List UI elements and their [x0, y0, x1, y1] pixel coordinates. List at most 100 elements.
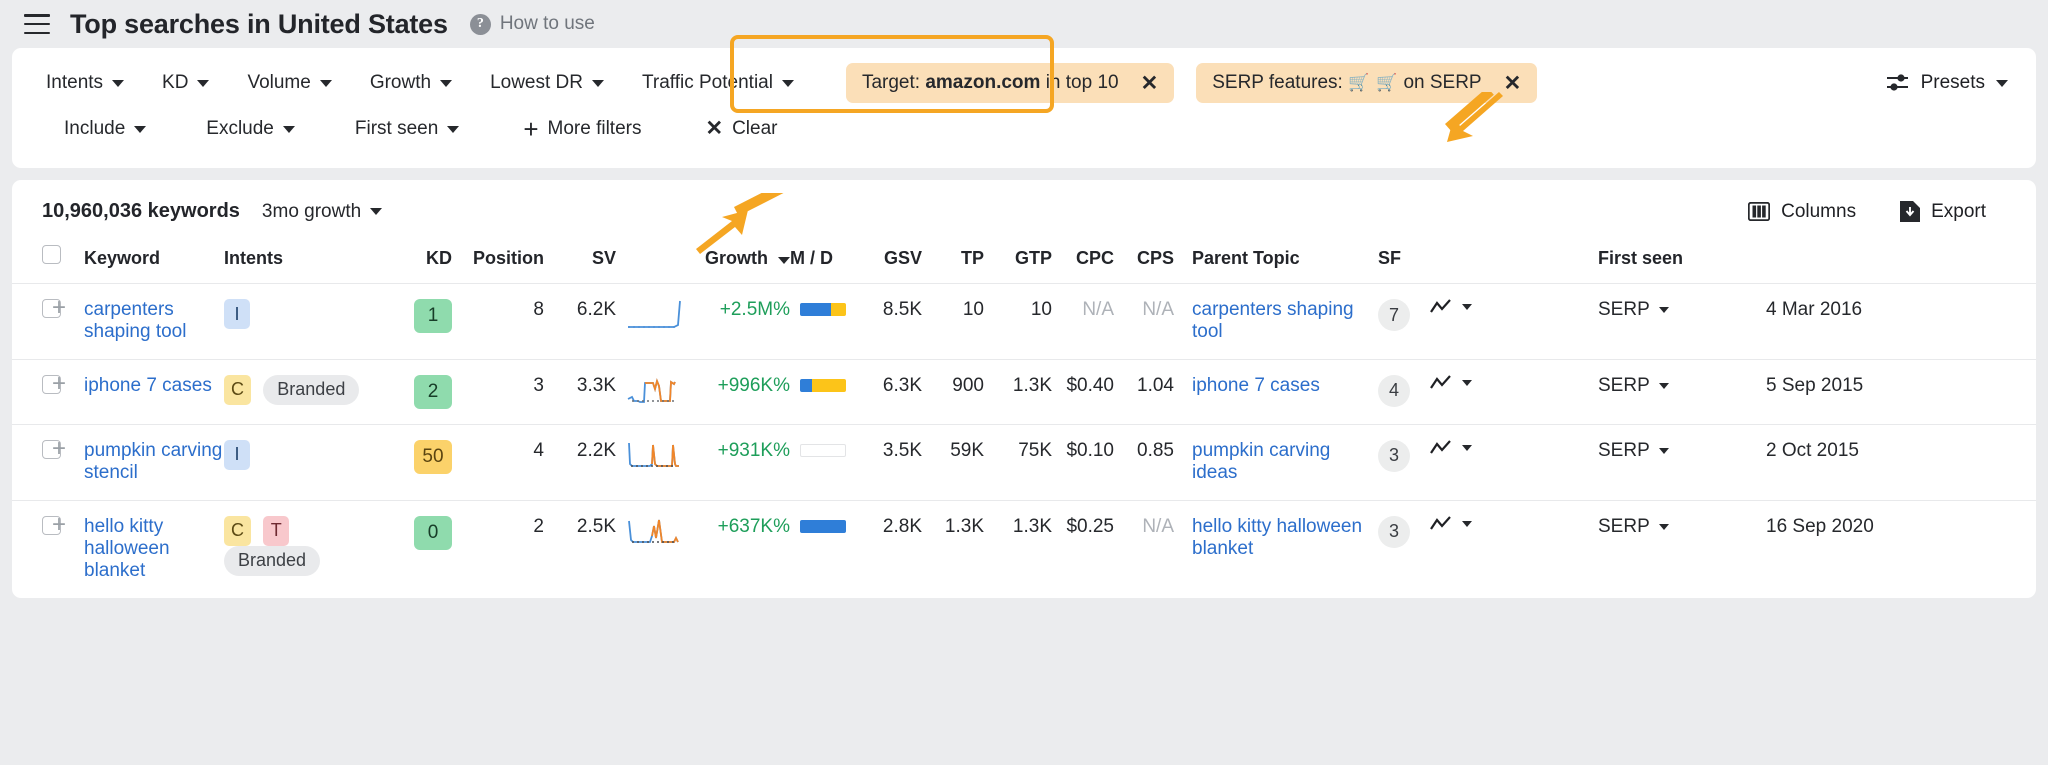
- col-cps[interactable]: CPS: [1114, 235, 1174, 284]
- parent-topic-link[interactable]: pumpkin carving ideas: [1192, 440, 1330, 483]
- row-expand-cell: +: [52, 500, 84, 598]
- select-all-checkbox[interactable]: [42, 245, 61, 264]
- cell-md: [790, 500, 854, 598]
- cell-tp: 10: [922, 284, 984, 360]
- export-button[interactable]: Export: [1900, 201, 1986, 223]
- chevron-down-icon[interactable]: [1462, 304, 1472, 310]
- filter-exclude-label: Exclude: [206, 118, 274, 140]
- col-cpc[interactable]: CPC: [1052, 235, 1114, 284]
- keyword-link[interactable]: carpenters shaping tool: [84, 299, 186, 342]
- expand-icon[interactable]: +: [52, 370, 66, 397]
- filter-kd[interactable]: KD: [150, 65, 221, 101]
- more-filters-button[interactable]: + More filters: [511, 111, 653, 147]
- trend-chart-icon[interactable]: [1430, 299, 1452, 315]
- filter-volume[interactable]: Volume: [235, 65, 343, 101]
- keyword-link[interactable]: hello kitty halloween blanket: [84, 516, 170, 582]
- serp-features-filter-chip[interactable]: SERP features: 🛒 🛒 on SERP ✕: [1196, 63, 1537, 103]
- chevron-down-icon[interactable]: [1462, 380, 1472, 386]
- growth-period-value: 3mo growth: [262, 201, 361, 223]
- col-position[interactable]: Position: [452, 235, 544, 284]
- expand-icon[interactable]: +: [52, 511, 66, 538]
- close-icon[interactable]: ✕: [1504, 73, 1522, 94]
- how-to-use-label: How to use: [500, 13, 595, 35]
- col-keyword[interactable]: Keyword: [84, 235, 224, 284]
- parent-topic-link[interactable]: carpenters shaping tool: [1192, 299, 1354, 342]
- md-bar: [800, 303, 846, 316]
- cell-sv: 2.5K: [544, 500, 616, 598]
- table-row[interactable]: + hello kitty halloween blanket C T Bran…: [12, 500, 2036, 598]
- presets-button[interactable]: Presets: [1880, 65, 2014, 101]
- chevron-down-icon[interactable]: [1462, 445, 1472, 451]
- col-first-seen[interactable]: First seen: [1598, 235, 1766, 284]
- serp-button[interactable]: SERP: [1598, 375, 1766, 397]
- sf-badge: 3: [1378, 516, 1410, 548]
- filter-exclude[interactable]: Exclude: [194, 111, 307, 147]
- filter-panel: Intents KD Volume Growth Lowest DR Traff…: [12, 48, 2036, 168]
- growth-period-select[interactable]: 3mo growth: [262, 201, 382, 223]
- filter-lowest-dr[interactable]: Lowest DR: [478, 65, 616, 101]
- close-icon: ✕: [705, 120, 723, 138]
- col-gtp[interactable]: GTP: [984, 235, 1052, 284]
- hamburger-icon[interactable]: [24, 14, 50, 34]
- col-sv[interactable]: SV: [544, 235, 616, 284]
- cell-trend: [1430, 359, 1490, 424]
- columns-button[interactable]: Columns: [1748, 201, 1856, 223]
- serp-button[interactable]: SERP: [1598, 440, 1766, 462]
- plus-icon: +: [523, 120, 538, 138]
- cell-gsv: 6.3K: [854, 359, 922, 424]
- serp-button[interactable]: SERP: [1598, 299, 1766, 321]
- col-tp[interactable]: TP: [922, 235, 984, 284]
- expand-icon[interactable]: +: [52, 435, 66, 462]
- how-to-use-link[interactable]: ? How to use: [470, 13, 595, 35]
- row-select-cell: [12, 500, 52, 598]
- cell-growth: +637K%: [686, 500, 790, 598]
- filter-traffic-potential[interactable]: Traffic Potential: [630, 65, 806, 101]
- cell-cpc: N/A: [1052, 284, 1114, 360]
- expand-icon[interactable]: +: [52, 294, 66, 321]
- col-sf[interactable]: SF: [1372, 235, 1430, 284]
- col-intents[interactable]: Intents: [224, 235, 402, 284]
- cell-sf: 7: [1372, 284, 1430, 360]
- filter-first-seen[interactable]: First seen: [343, 111, 471, 147]
- cell-first-seen: 2 Oct 2015: [1766, 424, 2036, 500]
- col-parent-topic[interactable]: Parent Topic: [1174, 235, 1372, 284]
- clear-filters-button[interactable]: ✕ Clear: [693, 111, 789, 147]
- close-icon[interactable]: ✕: [1141, 73, 1159, 94]
- col-md[interactable]: M / D: [790, 235, 854, 284]
- col-kd[interactable]: KD: [402, 235, 452, 284]
- filter-intents-label: Intents: [46, 72, 103, 94]
- chevron-down-icon: [440, 80, 452, 87]
- trend-chart-icon[interactable]: [1430, 516, 1452, 532]
- cell-sparkline: [616, 500, 686, 598]
- filter-traffic-potential-label: Traffic Potential: [642, 72, 773, 94]
- target-filter-chip[interactable]: Target: amazon.com in top 10 ✕: [846, 63, 1174, 103]
- cell-gtp: 10: [984, 284, 1052, 360]
- keyword-link[interactable]: pumpkin carving stencil: [84, 440, 222, 483]
- chevron-down-icon: [283, 126, 295, 133]
- trend-chart-icon[interactable]: [1430, 440, 1452, 456]
- shopping-cart-icon: 🛒 🛒: [1348, 73, 1398, 92]
- col-gsv[interactable]: GSV: [854, 235, 922, 284]
- col-growth[interactable]: Growth: [686, 235, 790, 284]
- filter-intents[interactable]: Intents: [34, 65, 136, 101]
- filter-growth[interactable]: Growth: [358, 65, 464, 101]
- parent-topic-link[interactable]: iphone 7 cases: [1192, 375, 1320, 396]
- presets-label: Presets: [1921, 72, 1985, 94]
- results-toolbar: 10,960,036 keywords 3mo growth Columns: [12, 180, 2036, 235]
- chevron-down-icon: [1659, 448, 1669, 454]
- keyword-link[interactable]: iphone 7 cases: [84, 375, 212, 396]
- parent-topic-link[interactable]: hello kitty halloween blanket: [1192, 516, 1362, 559]
- trend-chart-icon[interactable]: [1430, 375, 1452, 391]
- serp-button[interactable]: SERP: [1598, 516, 1766, 538]
- intent-badge-informational: I: [224, 299, 250, 329]
- table-row[interactable]: + carpenters shaping tool I 1 8 6.2K: [12, 284, 2036, 360]
- chevron-down-icon: [320, 80, 332, 87]
- cell-parent-topic: pumpkin carving ideas: [1174, 424, 1372, 500]
- cell-sf: 4: [1372, 359, 1430, 424]
- table-row[interactable]: + iphone 7 cases C Branded 2 3 3.3K: [12, 359, 2036, 424]
- filter-include[interactable]: Include: [52, 111, 158, 147]
- table-row[interactable]: + pumpkin carving stencil I 50 4 2.2K: [12, 424, 2036, 500]
- chevron-down-icon[interactable]: [1462, 521, 1472, 527]
- cell-kd: 1: [402, 284, 452, 360]
- intent-badge-branded: Branded: [263, 375, 359, 405]
